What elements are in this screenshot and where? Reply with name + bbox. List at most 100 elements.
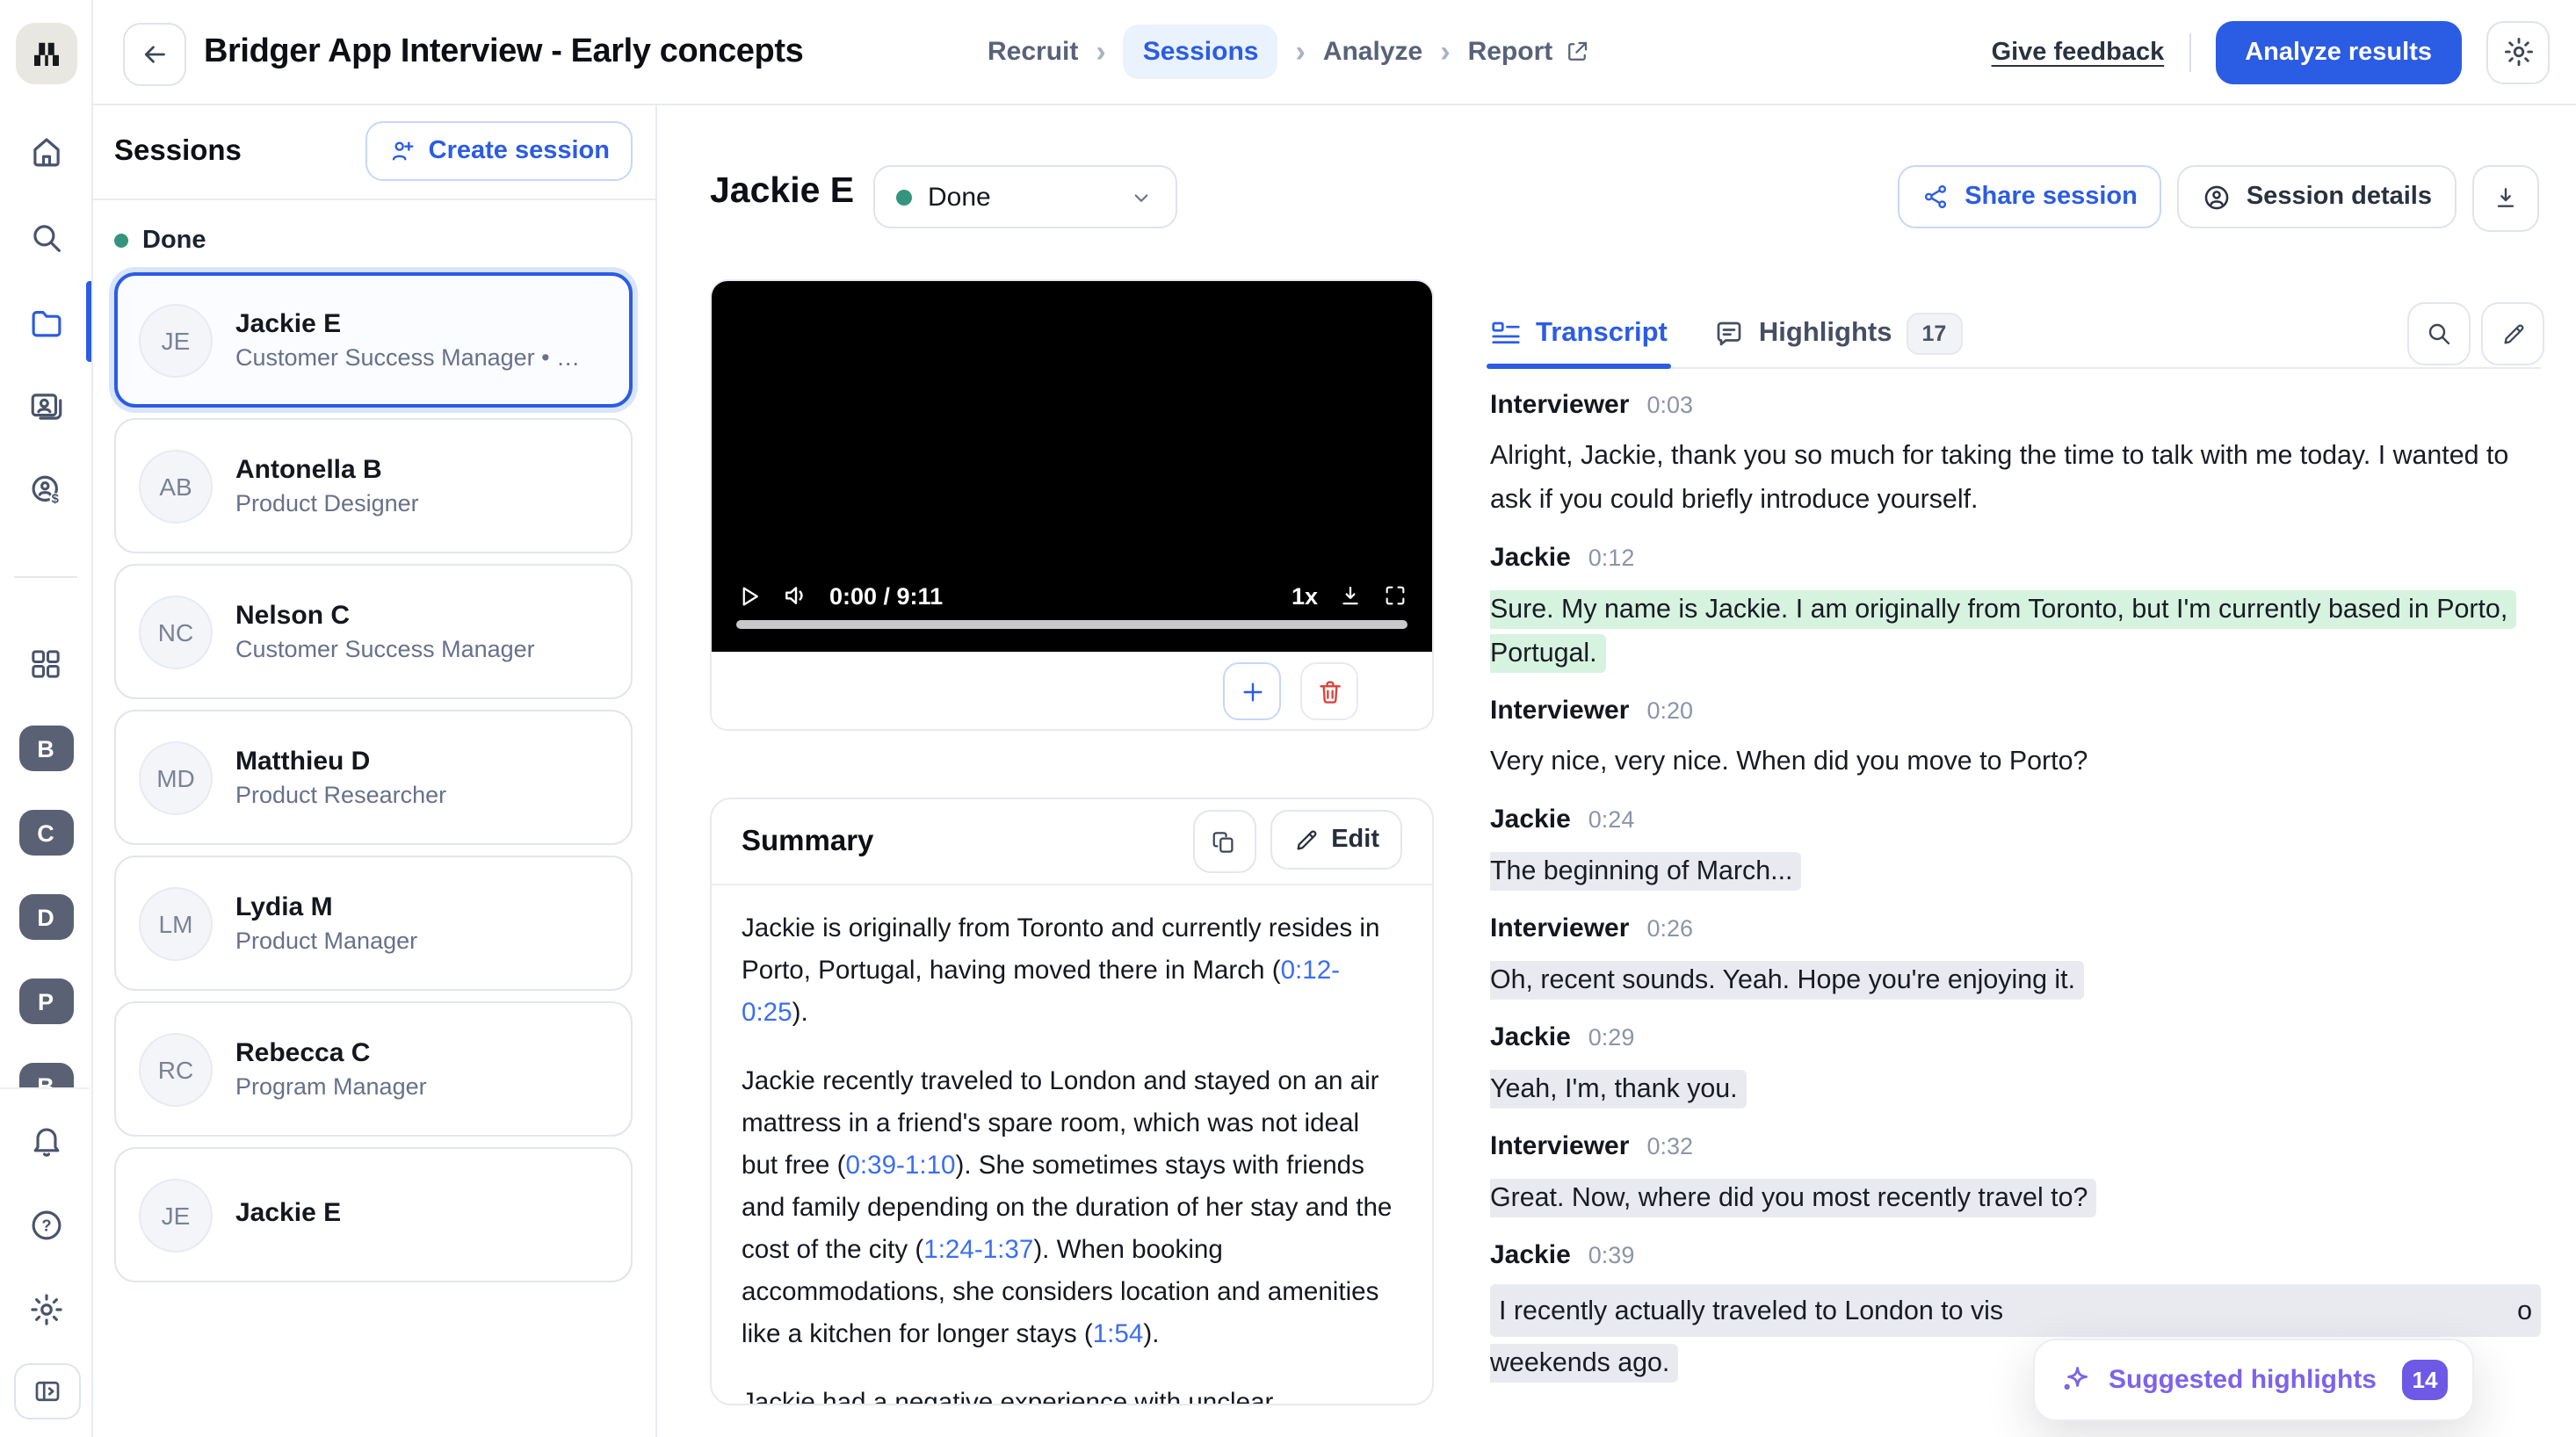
transcript-text-highlighted[interactable]: Yeah, I'm, thank you. — [1490, 1069, 1747, 1108]
session-card[interactable]: ABAntonella BProduct Designer — [114, 418, 633, 553]
session-card-info: Lydia MProduct Manager — [235, 892, 417, 954]
transcript-entry-header: Interviewer 0:03 — [1490, 390, 2541, 420]
transcript-timestamp[interactable]: 0:24 — [1588, 806, 1635, 833]
workspace-avatar-d-2[interactable]: D — [18, 894, 73, 940]
share-session-button[interactable]: Share session — [1898, 165, 2162, 228]
help-button[interactable]: ? — [0, 1188, 91, 1261]
video-card: 0:00 / 9:11 1x — [710, 279, 1434, 731]
video-player[interactable]: 0:00 / 9:11 1x — [712, 281, 1432, 652]
transcript-speaker: Interviewer — [1490, 913, 1629, 943]
transcript-text-highlighted[interactable]: The beginning of March... — [1490, 851, 1801, 890]
timestamp-link[interactable]: 1:24-1:37 — [923, 1237, 1033, 1265]
tab-highlights-label: Highlights — [1759, 317, 1892, 349]
session-card-name: Jackie E — [235, 1197, 341, 1227]
workspace-avatar-b-0[interactable]: B — [18, 726, 73, 771]
breadcrumb-item-report[interactable]: Report — [1468, 37, 1590, 67]
settings-button[interactable] — [0, 1272, 91, 1346]
fullscreen-icon[interactable] — [1383, 583, 1407, 608]
session-card[interactable]: JE Jackie E — [114, 1147, 633, 1282]
transcript-timestamp[interactable]: 0:32 — [1646, 1133, 1693, 1159]
transcript-text-line: Yeah, I'm, thank you. — [1490, 1066, 2541, 1110]
download-video-icon[interactable] — [1337, 582, 1364, 609]
session-card-name: Lydia M — [235, 892, 417, 922]
transcript-timestamp[interactable]: 0:12 — [1588, 545, 1635, 571]
breadcrumb-item-sessions[interactable]: Sessions — [1124, 25, 1278, 79]
timestamp-link[interactable]: 0:39-1:10 — [845, 1152, 955, 1181]
transcript-text-highlighted[interactable]: Sure. My name is Jackie. I am originally… — [1490, 589, 2516, 672]
add-recording-button[interactable] — [1223, 662, 1281, 720]
breadcrumb-item-analyze[interactable]: Analyze — [1323, 37, 1422, 67]
transcript-entry-header: Interviewer0:32 — [1490, 1131, 2541, 1161]
transcript-text-highlighted[interactable]: Oh, recent sounds. Yeah. Hope you're enj… — [1490, 960, 2084, 999]
session-details-button[interactable]: Session details — [2178, 165, 2457, 228]
volume-icon[interactable] — [782, 581, 810, 610]
app-window: $ BCDPB ? — [0, 0, 2576, 1437]
video-time: 0:00 / 9:11 — [829, 582, 943, 609]
transcript-text-highlighted[interactable]: Great. Now, where did you most recently … — [1490, 1178, 2096, 1217]
timestamp-link[interactable]: 0:12-0:25 — [742, 957, 1340, 1028]
transcript-timestamp[interactable]: 0:39 — [1588, 1242, 1635, 1268]
timestamp-link[interactable]: 1:54 — [1093, 1321, 1144, 1349]
transcript-edit-button[interactable] — [2481, 302, 2544, 365]
session-card[interactable]: MDMatthieu DProduct Researcher — [114, 710, 633, 845]
header-actions: Give feedback Analyze results — [1992, 0, 2550, 104]
workspace-avatar-c-1[interactable]: C — [18, 810, 73, 856]
gear-icon — [27, 1290, 64, 1327]
analyze-results-button[interactable]: Analyze results — [2215, 20, 2462, 83]
tab-transcript[interactable]: Transcript — [1490, 299, 1668, 367]
session-card-info: Jackie E — [235, 1197, 341, 1232]
collapse-sidebar-button[interactable] — [14, 1363, 81, 1419]
notifications-button[interactable] — [0, 1103, 91, 1177]
transcript-text-highlighted[interactable]: weekends ago. — [1490, 1343, 1678, 1382]
tab-highlights[interactable]: Highlights 17 — [1713, 299, 1962, 367]
session-card[interactable]: JEJackie ECustomer Success Manager • … — [114, 272, 633, 408]
delete-recording-button[interactable] — [1300, 662, 1358, 720]
playback-speed-button[interactable]: 1x — [1292, 582, 1318, 609]
svg-text:?: ? — [40, 1216, 50, 1234]
avatar: MD — [139, 740, 213, 814]
transcript-entry: Interviewer0:32 Great. Now, where did you… — [1490, 1131, 2541, 1219]
transcript-timestamp[interactable]: 0:03 — [1646, 392, 1693, 418]
avatar: JE — [139, 303, 213, 377]
give-feedback-link[interactable]: Give feedback — [1992, 38, 2165, 66]
copy-icon — [1211, 828, 1237, 855]
session-card[interactable]: LMLydia MProduct Manager — [114, 856, 633, 991]
copy-summary-button[interactable] — [1192, 810, 1255, 873]
session-card[interactable]: NCNelson CCustomer Success Manager — [114, 564, 633, 699]
transcript-timestamp[interactable]: 0:29 — [1588, 1024, 1635, 1051]
suggested-highlights-button[interactable]: Suggested highlights 14 — [2033, 1339, 2474, 1421]
session-card[interactable]: RCRebecca CProgram Manager — [114, 1001, 633, 1137]
download-session-button[interactable] — [2472, 165, 2539, 232]
nav-apps-grid[interactable] — [0, 627, 91, 701]
transcript-timestamp[interactable]: 0:20 — [1646, 697, 1693, 724]
nav-projects[interactable] — [0, 285, 91, 358]
app-stage: $ BCDPB ? — [0, 0, 2576, 1437]
nav-incentives[interactable]: $ — [0, 453, 91, 527]
transcript-search-button[interactable] — [2407, 302, 2471, 365]
logo-bars-icon — [28, 35, 65, 72]
avatar: JE — [139, 1178, 213, 1252]
transcript-timestamp[interactable]: 0:26 — [1646, 915, 1693, 942]
suggested-highlights-count: 14 — [2402, 1360, 2448, 1400]
app-logo[interactable] — [16, 23, 77, 84]
nav-search[interactable] — [0, 200, 91, 274]
back-button[interactable] — [123, 23, 186, 86]
sessions-panel: Sessions Create session Done JEJackie EC… — [91, 104, 657, 1437]
transcript-speaker: Jackie — [1490, 1022, 1571, 1052]
status-dropdown[interactable]: Done — [873, 165, 1177, 228]
transcript-entry-header: Interviewer0:20 — [1490, 696, 2541, 726]
transcript-speaker: Interviewer — [1490, 390, 1629, 420]
transcript-text-highlighted[interactable]: I recently actually traveled to London t… — [1490, 1284, 2541, 1337]
create-session-button[interactable]: Create session — [365, 121, 633, 181]
nav-home[interactable] — [0, 114, 91, 188]
breadcrumb-item-recruit[interactable]: Recruit — [988, 37, 1078, 67]
nav-participants[interactable] — [0, 369, 91, 443]
edit-summary-button[interactable]: Edit — [1270, 810, 1402, 870]
highlights-count-badge: 17 — [1906, 312, 1962, 354]
status-group-header: Done — [114, 227, 633, 255]
video-progress-bar[interactable] — [736, 620, 1407, 629]
video-controls: 0:00 / 9:11 1x — [736, 581, 1407, 610]
workspace-avatar-p-3[interactable]: P — [18, 978, 73, 1024]
play-icon[interactable] — [736, 582, 763, 609]
header-settings-button[interactable] — [2486, 20, 2550, 83]
